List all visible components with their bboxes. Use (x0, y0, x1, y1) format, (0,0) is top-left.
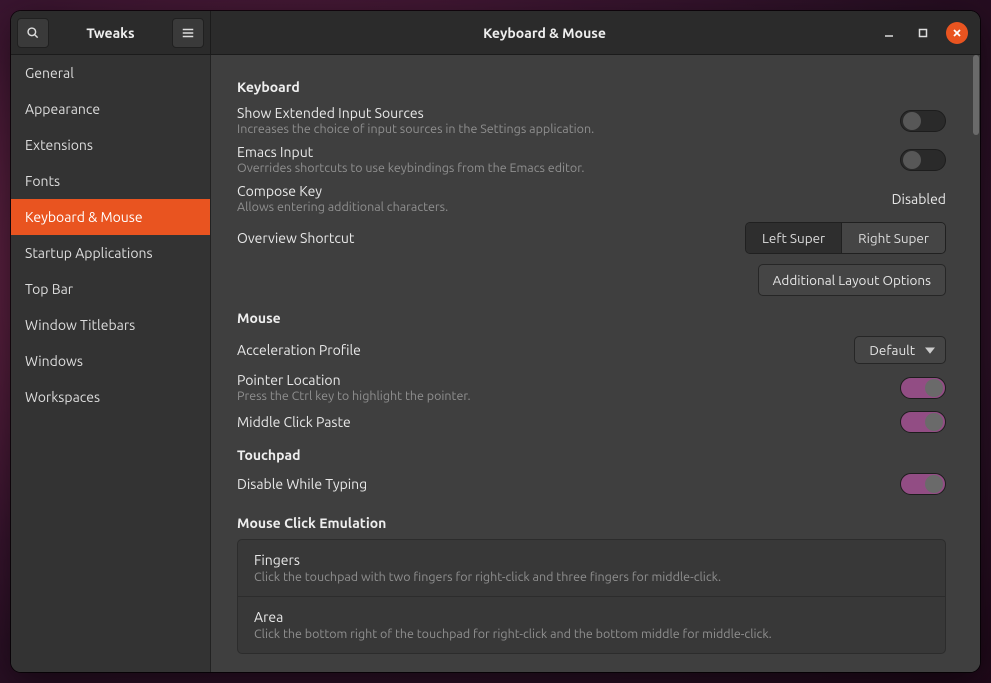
emulation-area-desc: Click the bottom right of the touchpad f… (254, 627, 929, 641)
row-disable-while-typing: Disable While Typing (237, 469, 946, 499)
sidebar-item-label: Windows (25, 353, 83, 369)
mouse-click-emulation-title: Mouse Click Emulation (237, 515, 946, 531)
row-acceleration-profile: Acceleration Profile Default (237, 332, 946, 368)
sidebar-item-label: Keyboard & Mouse (25, 209, 143, 225)
scrollbar-thumb[interactable] (973, 55, 979, 135)
sidebar-item-extensions[interactable]: Extensions (11, 127, 210, 163)
overview-shortcut-left-super[interactable]: Left Super (746, 223, 842, 253)
emulation-fingers-label: Fingers (254, 552, 929, 568)
sidebar-item-label: General (25, 65, 74, 81)
compose-key-label: Compose Key (237, 183, 876, 199)
middle-click-paste-label: Middle Click Paste (237, 414, 884, 430)
minimize-icon (884, 28, 894, 38)
row-middle-click-paste: Middle Click Paste (237, 407, 946, 437)
overview-shortcut-segmented: Left Super Right Super (745, 222, 946, 254)
sidebar-item-fonts[interactable]: Fonts (11, 163, 210, 199)
sidebar-item-startup-applications[interactable]: Startup Applications (11, 235, 210, 271)
pointer-location-label: Pointer Location (237, 372, 884, 388)
extended-sources-toggle[interactable] (900, 110, 946, 132)
sidebar-item-top-bar[interactable]: Top Bar (11, 271, 210, 307)
row-additional-layout: Additional Layout Options (237, 258, 946, 300)
sidebar: General Appearance Extensions Fonts Keyb… (11, 55, 211, 672)
row-overview-shortcut: Overview Shortcut Left Super Right Super (237, 218, 946, 258)
row-pointer-location: Pointer Location Press the Ctrl key to h… (237, 368, 946, 407)
disable-while-typing-label: Disable While Typing (237, 476, 884, 492)
sidebar-item-label: Extensions (25, 137, 93, 153)
hamburger-icon (181, 26, 195, 40)
sidebar-item-label: Fonts (25, 173, 60, 189)
sidebar-item-workspaces[interactable]: Workspaces (11, 379, 210, 415)
menu-button[interactable] (172, 18, 204, 48)
close-button[interactable] (946, 22, 968, 44)
emacs-input-desc: Overrides shortcuts to use keybindings f… (237, 161, 884, 175)
emulation-fingers-desc: Click the touchpad with two fingers for … (254, 570, 929, 584)
app-window: Tweaks Keyboard & Mouse General (11, 11, 980, 672)
sidebar-item-window-titlebars[interactable]: Window Titlebars (11, 307, 210, 343)
emacs-input-toggle[interactable] (900, 149, 946, 171)
acceleration-profile-select[interactable]: Default (854, 336, 946, 364)
section-keyboard-title: Keyboard (237, 79, 946, 95)
sidebar-item-windows[interactable]: Windows (11, 343, 210, 379)
emulation-area-label: Area (254, 609, 929, 625)
search-button[interactable] (17, 18, 49, 48)
scrollbar[interactable] (972, 55, 980, 672)
row-emacs-input: Emacs Input Overrides shortcuts to use k… (237, 140, 946, 179)
content: Keyboard Show Extended Input Sources Inc… (211, 55, 972, 672)
overview-shortcut-right-super[interactable]: Right Super (842, 223, 945, 253)
app-title: Tweaks (55, 25, 166, 41)
row-extended-input-sources: Show Extended Input Sources Increases th… (237, 101, 946, 140)
headerbar-left: Tweaks (11, 11, 211, 54)
additional-layout-options-button[interactable]: Additional Layout Options (758, 264, 946, 296)
chevron-down-icon (925, 345, 935, 355)
page-title: Keyboard & Mouse (211, 25, 878, 41)
sidebar-item-label: Workspaces (25, 389, 100, 405)
extended-sources-desc: Increases the choice of input sources in… (237, 122, 884, 136)
minimize-button[interactable] (878, 22, 900, 44)
search-icon (26, 26, 40, 40)
row-compose-key: Compose Key Allows entering additional c… (237, 179, 946, 218)
headerbar-right: Keyboard & Mouse (211, 11, 980, 54)
pointer-location-toggle[interactable] (900, 377, 946, 399)
extended-sources-label: Show Extended Input Sources (237, 105, 884, 121)
close-icon (952, 28, 962, 38)
acceleration-profile-label: Acceleration Profile (237, 342, 838, 358)
sidebar-item-label: Top Bar (25, 281, 73, 297)
window-controls (878, 22, 980, 44)
window-body: General Appearance Extensions Fonts Keyb… (11, 55, 980, 672)
sidebar-item-general[interactable]: General (11, 55, 210, 91)
emulation-option-fingers[interactable]: Fingers Click the touchpad with two fing… (238, 540, 945, 597)
sidebar-item-label: Window Titlebars (25, 317, 135, 333)
pointer-location-desc: Press the Ctrl key to highlight the poin… (237, 389, 884, 403)
headerbar: Tweaks Keyboard & Mouse (11, 11, 980, 55)
sidebar-item-label: Startup Applications (25, 245, 153, 261)
compose-key-value[interactable]: Disabled (892, 191, 946, 207)
section-mouse-title: Mouse (237, 310, 946, 326)
maximize-icon (918, 28, 928, 38)
compose-key-desc: Allows entering additional characters. (237, 200, 876, 214)
sidebar-item-keyboard-mouse[interactable]: Keyboard & Mouse (11, 199, 210, 235)
sidebar-item-label: Appearance (25, 101, 100, 117)
overview-shortcut-label: Overview Shortcut (237, 230, 729, 246)
emulation-option-area[interactable]: Area Click the bottom right of the touch… (238, 597, 945, 653)
section-touchpad-title: Touchpad (237, 447, 946, 463)
middle-click-paste-toggle[interactable] (900, 411, 946, 433)
emacs-input-label: Emacs Input (237, 144, 884, 160)
mouse-click-emulation-box: Fingers Click the touchpad with two fing… (237, 539, 946, 654)
sidebar-item-appearance[interactable]: Appearance (11, 91, 210, 127)
maximize-button[interactable] (912, 22, 934, 44)
disable-while-typing-toggle[interactable] (900, 473, 946, 495)
acceleration-profile-value: Default (869, 342, 915, 358)
content-wrap: Keyboard Show Extended Input Sources Inc… (211, 55, 980, 672)
